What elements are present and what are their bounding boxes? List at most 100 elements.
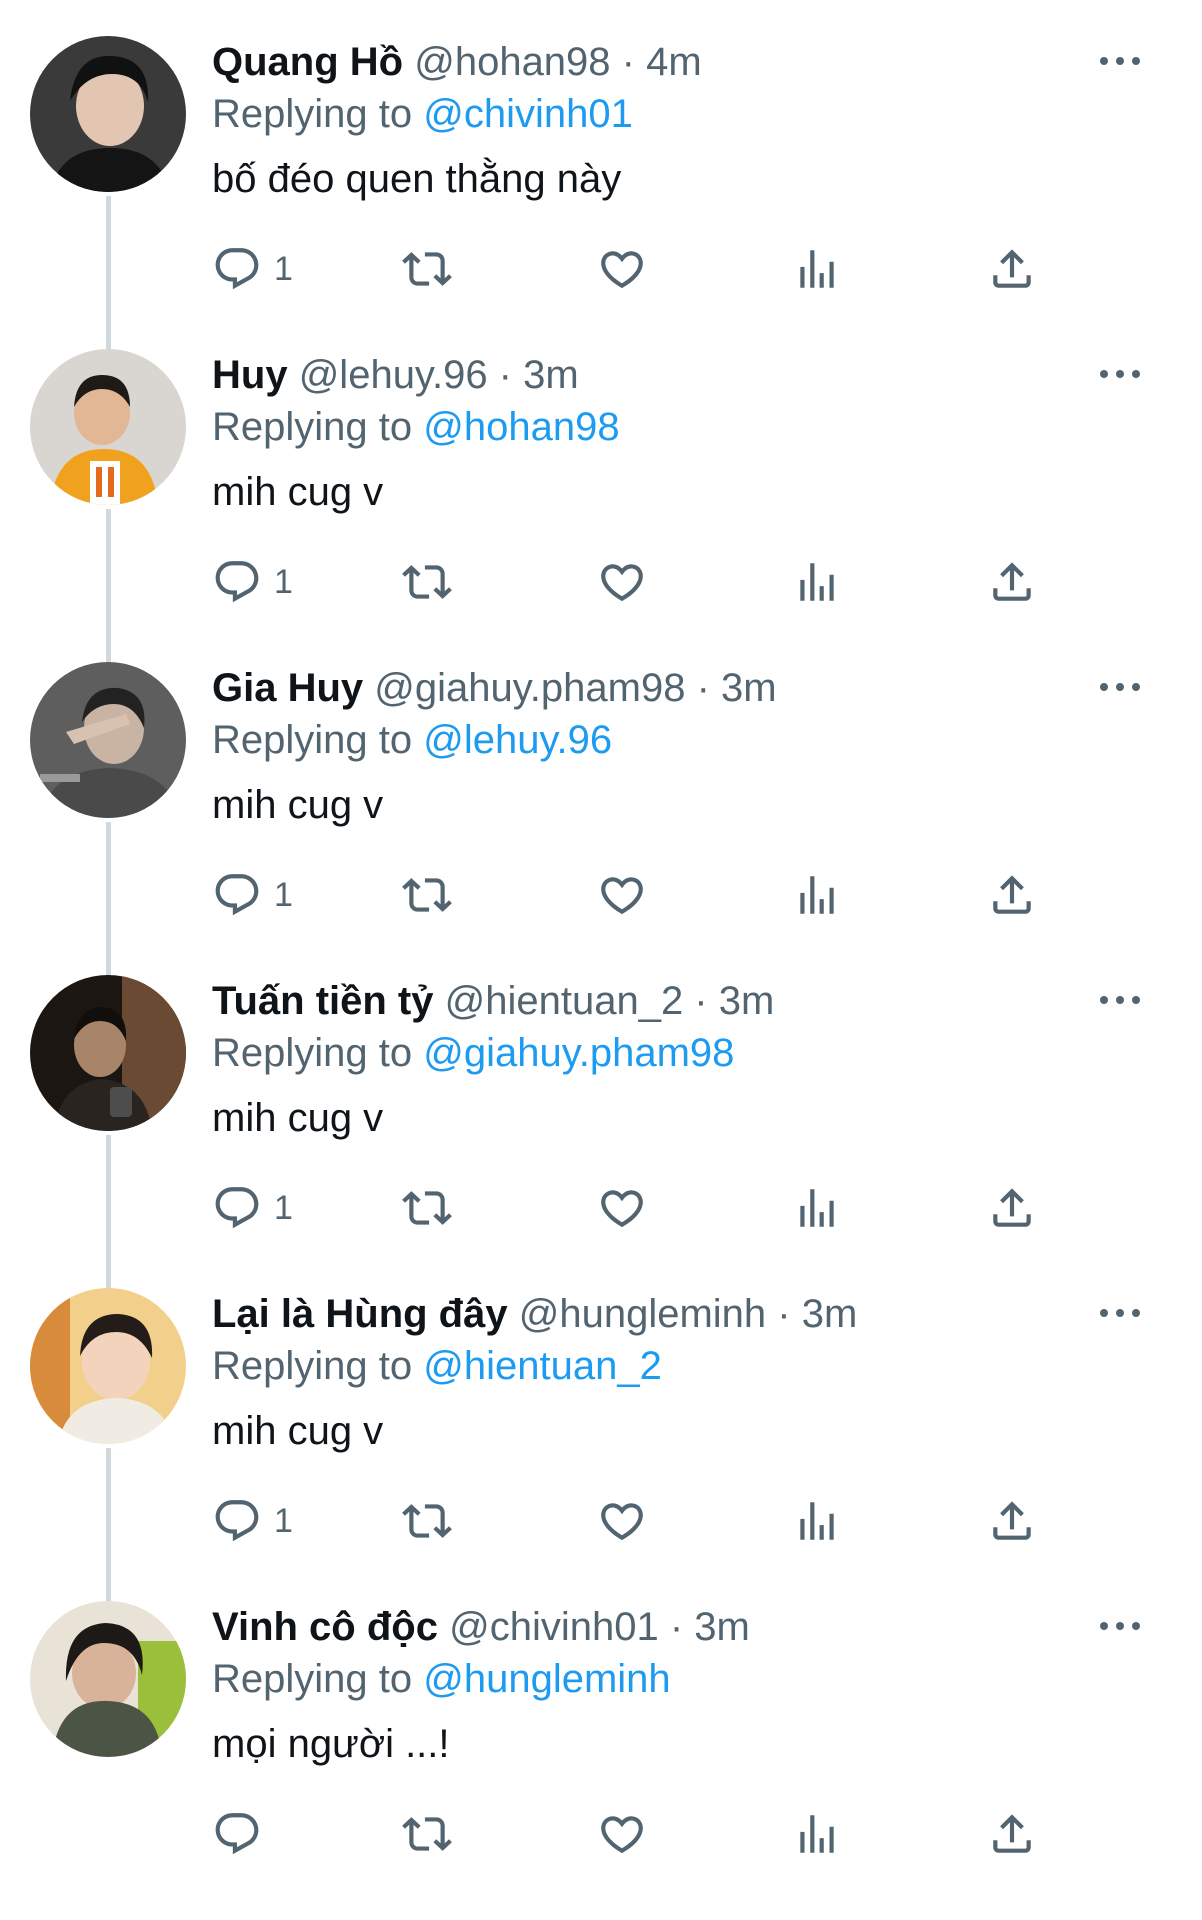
retweet-icon (402, 1809, 452, 1859)
like-button[interactable] (597, 1806, 647, 1862)
author-name[interactable]: Quang Hồ (212, 40, 403, 84)
tweet[interactable]: Huy @lehuy.96 · 3m Replying to @hohan98 … (0, 349, 1202, 663)
author-handle[interactable]: @lehuy.96 · 3m (299, 353, 579, 397)
tweet-actions (212, 1806, 1052, 1862)
tweet[interactable]: Quang Hồ @hohan98 · 4m Replying to @chiv… (0, 36, 1202, 350)
author-handle[interactable]: @hientuan_2 · 3m (445, 979, 775, 1023)
like-button[interactable] (597, 241, 647, 297)
tweet-header: Lại là Hùng đây @hungleminh · 3m (212, 1288, 1092, 1340)
reply-button[interactable]: 1 (212, 241, 293, 297)
retweet-button[interactable] (402, 1806, 452, 1862)
heart-icon (597, 1183, 647, 1233)
tweet-text: mọi người ...! (212, 1722, 450, 1766)
views-button[interactable] (792, 1493, 842, 1549)
tweet-header: Quang Hồ @hohan98 · 4m (212, 36, 1092, 88)
reply-count: 1 (274, 249, 293, 288)
reply-button[interactable]: 1 (212, 867, 293, 923)
views-button[interactable] (792, 241, 842, 297)
heart-icon (597, 557, 647, 607)
avatar[interactable] (30, 349, 186, 505)
tweet[interactable]: Tuấn tiền tỷ @hientuan_2 · 3m Replying t… (0, 975, 1202, 1289)
views-button[interactable] (792, 554, 842, 610)
retweet-button[interactable] (402, 867, 452, 923)
like-button[interactable] (597, 1493, 647, 1549)
views-icon (792, 1183, 842, 1233)
retweet-button[interactable] (402, 1180, 452, 1236)
replying-to: Replying to @lehuy.96 (212, 714, 1092, 766)
views-button[interactable] (792, 1180, 842, 1236)
tweet-text: mih cug v (212, 470, 384, 514)
avatar[interactable] (30, 975, 186, 1131)
more-icon[interactable] (1100, 1298, 1140, 1328)
views-icon (792, 244, 842, 294)
reply-icon (212, 1496, 262, 1546)
replying-mention[interactable]: @hungleminh (423, 1657, 670, 1701)
author-name[interactable]: Lại là Hùng đây (212, 1292, 508, 1336)
retweet-button[interactable] (402, 554, 452, 610)
tweet-header: Huy @lehuy.96 · 3m (212, 349, 1092, 401)
more-icon[interactable] (1100, 985, 1140, 1015)
more-icon[interactable] (1100, 359, 1140, 389)
avatar[interactable] (30, 1601, 186, 1757)
like-button[interactable] (597, 554, 647, 610)
tweet-actions: 1 (212, 241, 1052, 297)
retweet-button[interactable] (402, 1493, 452, 1549)
reply-button[interactable] (212, 1806, 274, 1862)
retweet-icon (402, 557, 452, 607)
share-button[interactable] (987, 1806, 1037, 1862)
avatar[interactable] (30, 36, 186, 192)
share-button[interactable] (987, 867, 1037, 923)
replying-prefix: Replying to (212, 1031, 413, 1075)
views-button[interactable] (792, 1806, 842, 1862)
replying-mention[interactable]: @lehuy.96 (423, 718, 612, 762)
replying-to: Replying to @hientuan_2 (212, 1340, 1092, 1392)
more-icon[interactable] (1100, 672, 1140, 702)
more-icon[interactable] (1100, 46, 1140, 76)
avatar[interactable] (30, 1288, 186, 1444)
author-name[interactable]: Gia Huy (212, 666, 363, 710)
views-icon (792, 557, 842, 607)
thread-connector (106, 822, 111, 976)
share-button[interactable] (987, 241, 1037, 297)
author-handle[interactable]: @giahuy.pham98 · 3m (374, 666, 776, 710)
views-icon (792, 1809, 842, 1859)
tweet-header: Tuấn tiền tỷ @hientuan_2 · 3m (212, 975, 1092, 1027)
replying-mention[interactable]: @giahuy.pham98 (423, 1031, 734, 1075)
reply-button[interactable]: 1 (212, 1493, 293, 1549)
tweet-text: mih cug v (212, 1096, 384, 1140)
views-button[interactable] (792, 867, 842, 923)
tweet-text: mih cug v (212, 783, 384, 827)
replying-prefix: Replying to (212, 92, 413, 136)
like-button[interactable] (597, 867, 647, 923)
thread-connector (106, 196, 111, 350)
avatar[interactable] (30, 662, 186, 818)
author-name[interactable]: Huy (212, 353, 288, 397)
replying-mention[interactable]: @chivinh01 (423, 92, 633, 136)
share-button[interactable] (987, 554, 1037, 610)
reply-count: 1 (274, 875, 293, 914)
reply-button[interactable]: 1 (212, 554, 293, 610)
share-button[interactable] (987, 1493, 1037, 1549)
replying-mention[interactable]: @hientuan_2 (423, 1344, 662, 1388)
more-icon[interactable] (1100, 1611, 1140, 1641)
reply-count: 1 (274, 1188, 293, 1227)
retweet-button[interactable] (402, 241, 452, 297)
retweet-icon (402, 870, 452, 920)
author-handle[interactable]: @hohan98 · 4m (414, 40, 701, 84)
heart-icon (597, 870, 647, 920)
retweet-icon (402, 1496, 452, 1546)
tweet[interactable]: Gia Huy @giahuy.pham98 · 3m Replying to … (0, 662, 1202, 976)
author-handle[interactable]: @hungleminh · 3m (519, 1292, 858, 1336)
replying-mention[interactable]: @hohan98 (423, 405, 619, 449)
author-name[interactable]: Vinh cô độc (212, 1605, 438, 1649)
author-name[interactable]: Tuấn tiền tỷ (212, 979, 433, 1023)
tweet[interactable]: Vinh cô độc @chivinh01 · 3m Replying to … (0, 1601, 1202, 1914)
like-button[interactable] (597, 1180, 647, 1236)
share-button[interactable] (987, 1180, 1037, 1236)
reply-button[interactable]: 1 (212, 1180, 293, 1236)
author-handle[interactable]: @chivinh01 · 3m (449, 1605, 750, 1649)
tweet-text: mih cug v (212, 1409, 384, 1453)
replying-to: Replying to @hohan98 (212, 401, 1092, 453)
tweet[interactable]: Lại là Hùng đây @hungleminh · 3m Replyin… (0, 1288, 1202, 1602)
views-icon (792, 870, 842, 920)
